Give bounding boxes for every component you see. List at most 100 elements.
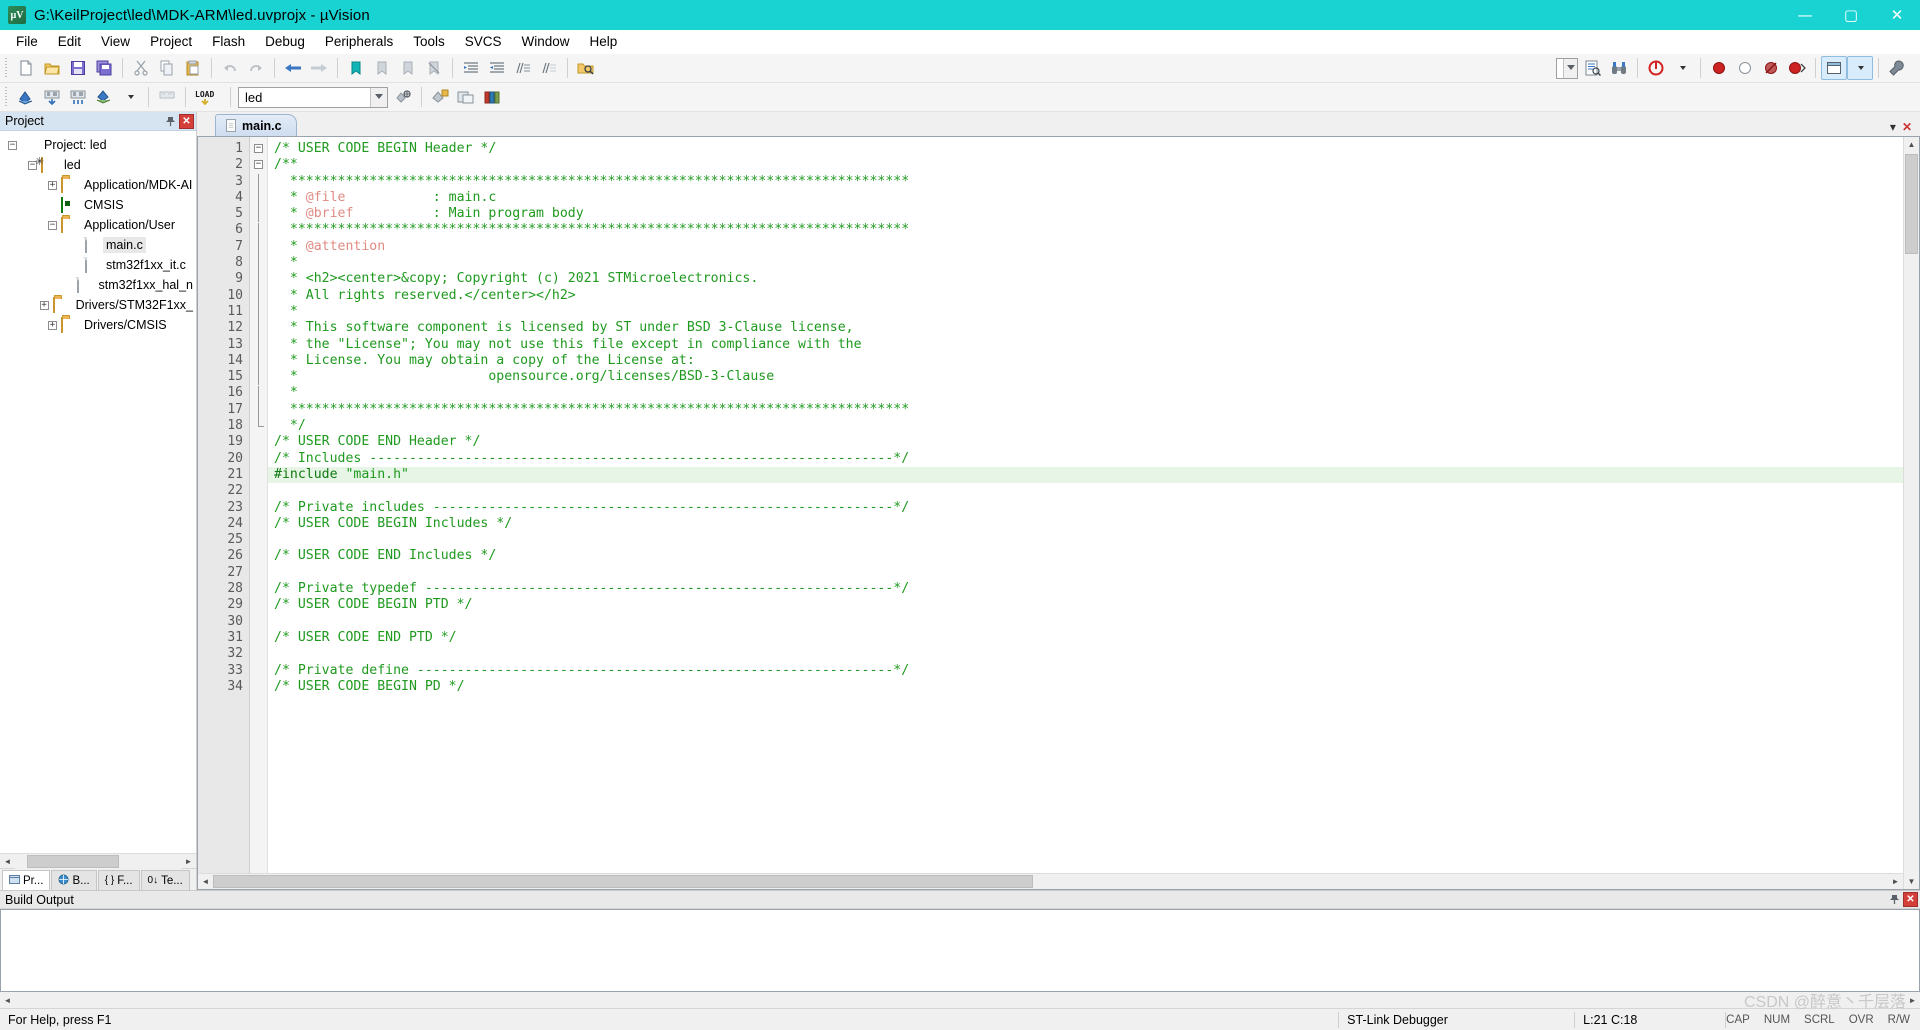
scroll-thumb[interactable] xyxy=(27,854,119,868)
scroll-right-icon[interactable]: ► xyxy=(1888,874,1903,889)
download-load-icon[interactable]: LOAD xyxy=(191,85,225,109)
scroll-left-icon[interactable]: ◄ xyxy=(0,853,15,869)
editor-vscrollbar[interactable]: ▲ ▼ xyxy=(1903,137,1919,889)
scroll-right-icon[interactable]: ► xyxy=(181,853,196,869)
tab-project[interactable]: Pr... xyxy=(2,870,51,890)
multi-project-icon[interactable] xyxy=(453,85,479,109)
scroll-track[interactable] xyxy=(15,853,181,869)
code-line[interactable]: /* USER CODE BEGIN PD */ xyxy=(268,679,1903,695)
batch-build-icon[interactable] xyxy=(91,85,117,109)
manage-project-items-icon[interactable] xyxy=(427,85,453,109)
toolbar-grip[interactable] xyxy=(4,58,10,78)
tree-node-cmsis[interactable]: CMSIS xyxy=(0,195,196,215)
scroll-up-icon[interactable]: ▲ xyxy=(1904,137,1919,152)
expander-icon[interactable]: − xyxy=(8,140,17,150)
code-line[interactable] xyxy=(268,646,1903,662)
find-replace-icon[interactable] xyxy=(1580,56,1606,80)
indent-increase-icon[interactable] xyxy=(458,56,484,80)
tab-books[interactable]: B... xyxy=(51,870,97,890)
menu-debug[interactable]: Debug xyxy=(255,31,315,52)
code-line[interactable]: /* Private includes --------------------… xyxy=(268,500,1903,516)
code-line[interactable]: * All rights reserved.</center></h2> xyxy=(268,288,1903,304)
close-icon[interactable]: ✕ xyxy=(1903,892,1918,907)
rebuild-icon[interactable] xyxy=(65,85,91,109)
menu-flash[interactable]: Flash xyxy=(202,31,255,52)
code-line[interactable]: /* Private define ----------------------… xyxy=(268,663,1903,679)
code-line[interactable]: * xyxy=(268,304,1903,320)
bookmark-prev-icon[interactable] xyxy=(369,56,395,80)
navigate-forward-icon[interactable] xyxy=(306,56,332,80)
menu-edit[interactable]: Edit xyxy=(48,31,91,52)
save-icon[interactable] xyxy=(65,56,91,80)
disable-breakpoint-icon[interactable] xyxy=(1758,56,1784,80)
debug-start-icon[interactable] xyxy=(1643,56,1669,80)
scroll-thumb[interactable] xyxy=(1905,154,1918,254)
code-line[interactable]: /** xyxy=(268,157,1903,173)
menu-file[interactable]: File xyxy=(6,31,48,52)
close-icon[interactable]: ✕ xyxy=(179,113,194,129)
build-icon[interactable] xyxy=(39,85,65,109)
stop-build-icon[interactable] xyxy=(154,85,180,109)
layout-caret[interactable] xyxy=(1847,56,1873,80)
tab-templates[interactable]: 0↓ Te... xyxy=(140,870,190,890)
chevron-down-icon[interactable] xyxy=(370,87,387,107)
code-line[interactable] xyxy=(268,565,1903,581)
code-line[interactable] xyxy=(268,614,1903,630)
menu-svcs[interactable]: SVCS xyxy=(455,31,512,52)
code-line[interactable]: /* Private typedef ---------------------… xyxy=(268,581,1903,597)
scroll-left-icon[interactable]: ◄ xyxy=(198,874,213,889)
debug-dropdown-caret[interactable] xyxy=(1669,56,1695,80)
menu-project[interactable]: Project xyxy=(140,31,202,52)
menu-help[interactable]: Help xyxy=(580,31,628,52)
tree-node-application-mdk-arm[interactable]: + Application/MDK-AI xyxy=(0,175,196,195)
tree-node-project-led[interactable]: − Project: led xyxy=(0,135,196,155)
paste-icon[interactable] xyxy=(180,56,206,80)
tree-node-application-user[interactable]: − Application/User xyxy=(0,215,196,235)
code-line[interactable]: /* USER CODE END Includes */ xyxy=(268,548,1903,564)
pin-icon[interactable] xyxy=(1887,892,1902,907)
code-line[interactable]: /* Includes ----------------------------… xyxy=(268,451,1903,467)
scroll-right-icon[interactable]: ► xyxy=(1905,992,1920,1008)
code-line[interactable]: * @file : main.c xyxy=(268,190,1903,206)
find-binoculars-icon[interactable] xyxy=(1606,56,1632,80)
menu-window[interactable]: Window xyxy=(511,31,579,52)
new-file-icon[interactable] xyxy=(13,56,39,80)
code-line[interactable]: ****************************************… xyxy=(268,402,1903,418)
code-line[interactable]: * the "License"; You may not use this fi… xyxy=(268,337,1903,353)
fold-collapse-icon[interactable]: − xyxy=(254,160,263,170)
kill-all-breakpoints-icon[interactable] xyxy=(1784,56,1810,80)
code-line[interactable]: */ xyxy=(268,418,1903,434)
tree-node-main-c[interactable]: main.c xyxy=(0,235,196,255)
books-icon[interactable] xyxy=(479,85,505,109)
code-folding-margin[interactable]: − − xyxy=(250,137,268,873)
tree-node-drivers-stm32f1xx[interactable]: + Drivers/STM32F1xx_ xyxy=(0,295,196,315)
scroll-track[interactable] xyxy=(1904,152,1919,874)
expander-icon[interactable]: + xyxy=(39,300,49,310)
redo-icon[interactable] xyxy=(243,56,269,80)
minimize-button[interactable]: — xyxy=(1782,0,1828,30)
maximize-button[interactable]: ▢ xyxy=(1828,0,1874,30)
scroll-thumb[interactable] xyxy=(213,875,1033,888)
build-output-hscrollbar[interactable]: ◄ ► xyxy=(0,992,1920,1008)
copy-icon[interactable] xyxy=(154,56,180,80)
code-line[interactable]: * License. You may obtain a copy of the … xyxy=(268,353,1903,369)
find-in-files-icon[interactable] xyxy=(573,56,599,80)
batch-build-caret[interactable] xyxy=(117,85,143,109)
code-area[interactable]: 1 2 3 4 5 6 7 8 9 10 11 12 13 14 15 16 17 18 19 20 21 22 23 24 2… xyxy=(198,137,1903,873)
comment-lines-icon[interactable] xyxy=(510,56,536,80)
editor-tab-main-c[interactable]: main.c xyxy=(215,114,297,136)
fold-collapse-icon[interactable]: − xyxy=(254,144,263,153)
scroll-left-icon[interactable]: ◄ xyxy=(0,992,15,1008)
code-line[interactable]: /* USER CODE BEGIN PTD */ xyxy=(268,597,1903,613)
indent-decrease-icon[interactable] xyxy=(484,56,510,80)
code-line[interactable]: * xyxy=(268,255,1903,271)
code-line[interactable]: /* USER CODE END PTD */ xyxy=(268,630,1903,646)
insert-breakpoint-icon[interactable] xyxy=(1706,56,1732,80)
code-line[interactable]: #include "main.h" xyxy=(268,466,1903,484)
expander-icon[interactable]: − xyxy=(48,220,57,230)
tree-node-drivers-cmsis[interactable]: + Drivers/CMSIS xyxy=(0,315,196,335)
project-tree-hscrollbar[interactable]: ◄ ► xyxy=(0,853,196,869)
tree-node-target-led[interactable]: − led xyxy=(0,155,196,175)
code-line[interactable]: * This software component is licensed by… xyxy=(268,320,1903,336)
code-line[interactable]: /* USER CODE END Header */ xyxy=(268,434,1903,450)
